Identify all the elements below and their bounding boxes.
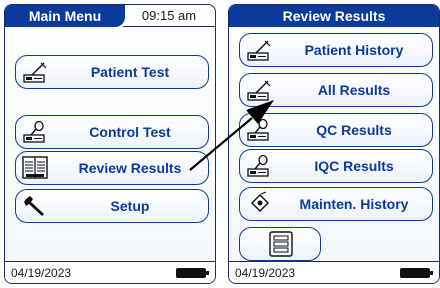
pointer-arrow-icon xyxy=(189,100,274,171)
